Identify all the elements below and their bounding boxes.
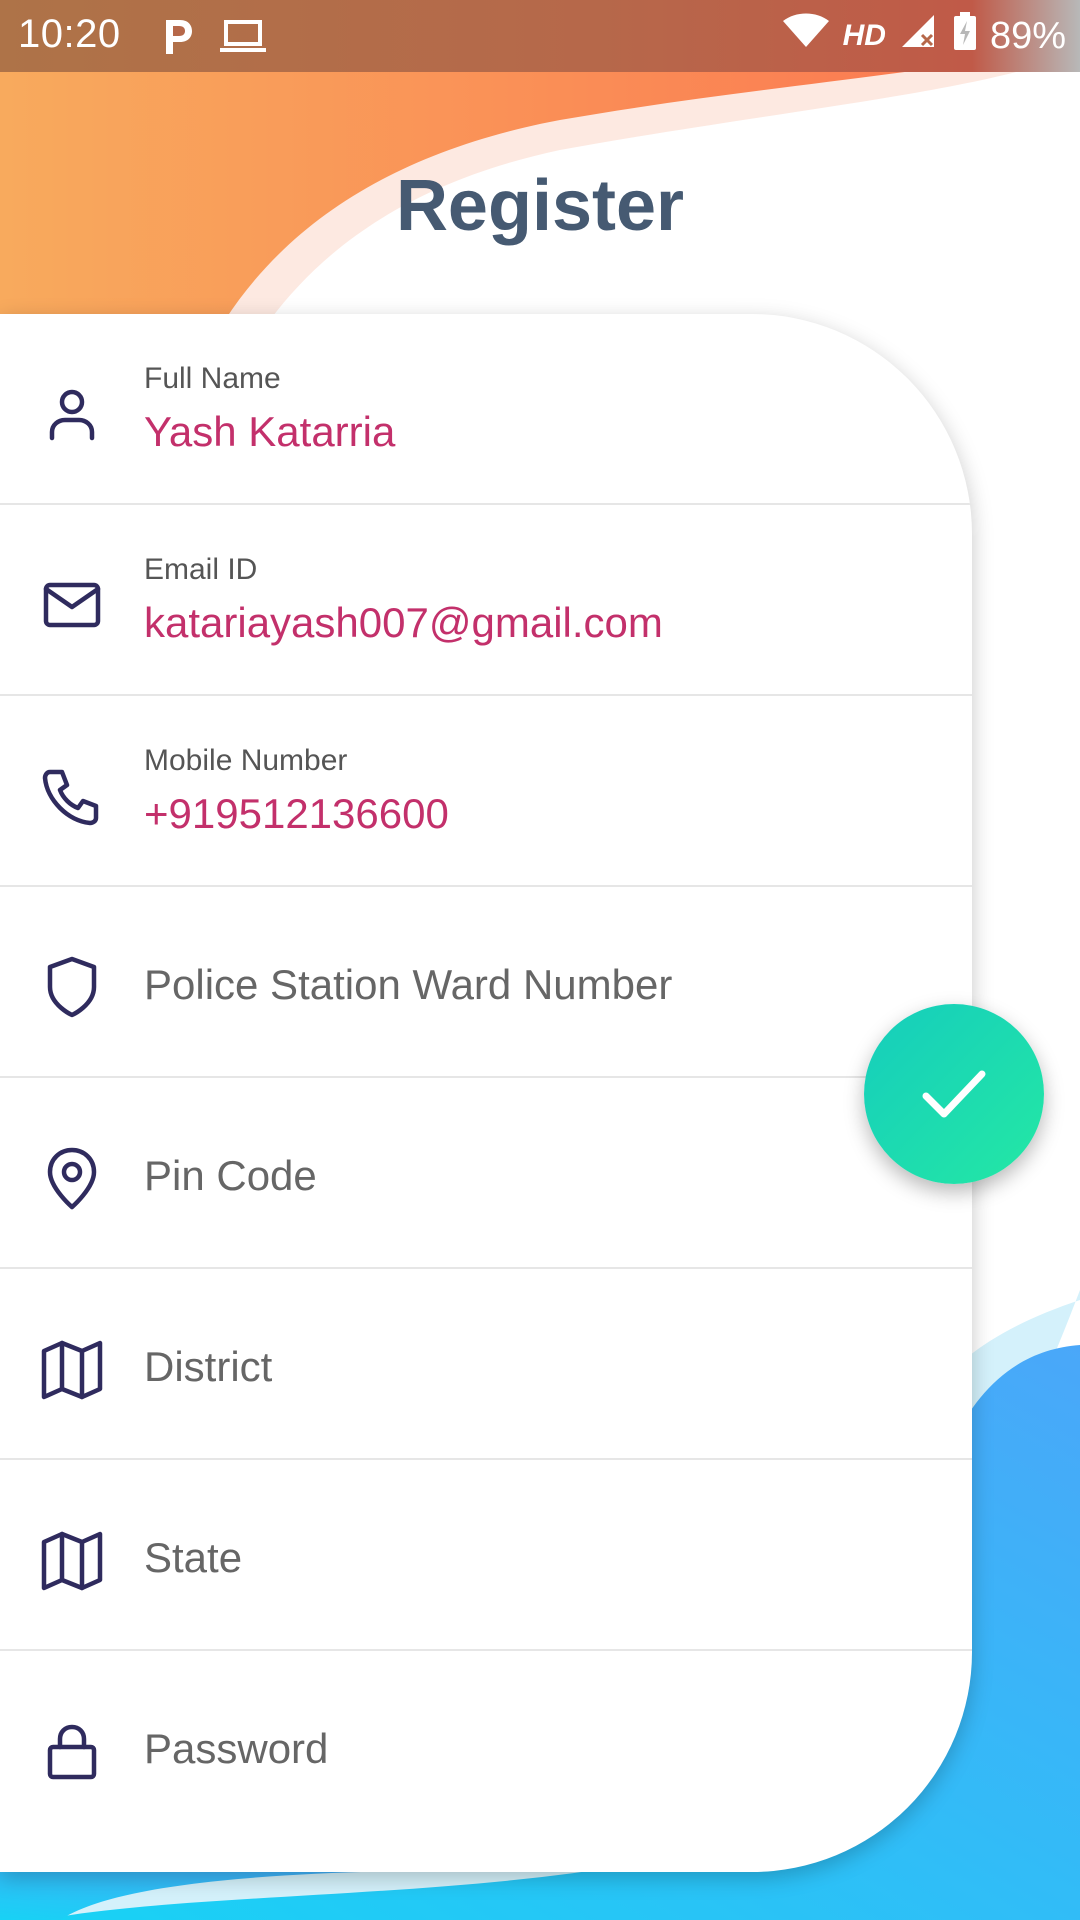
police-station-ward-placeholder[interactable]: Police Station Ward Number <box>144 961 672 1009</box>
full-name-value[interactable]: Yash Katarria <box>144 408 395 456</box>
mobile-number-label: Mobile Number <box>144 744 348 777</box>
status-bar: 10:20 HD 89% <box>0 0 1080 72</box>
network-type: HD <box>842 19 886 52</box>
full-name-label: Full Name <box>144 362 281 395</box>
mail-icon <box>40 573 104 637</box>
battery-icon <box>953 12 976 60</box>
pin-code-field[interactable]: Pin Code <box>0 1078 972 1269</box>
map-icon <box>40 1528 104 1592</box>
map-pin-icon <box>40 1146 104 1210</box>
mobile-number-value[interactable]: +919512136600 <box>144 790 449 838</box>
signal-icon <box>900 13 940 59</box>
battery-percent: 89% <box>989 14 1066 57</box>
wifi-icon <box>782 13 829 59</box>
phone-icon <box>40 764 104 828</box>
status-time: 10:20 <box>18 12 121 56</box>
lock-icon <box>40 1719 104 1783</box>
password-field[interactable]: Password <box>0 1651 972 1842</box>
shield-icon <box>40 955 104 1019</box>
parking-icon <box>162 16 196 61</box>
page-title: Register <box>395 166 685 246</box>
status-indicators: HD 89% <box>782 12 1066 60</box>
map-icon <box>40 1337 104 1401</box>
state-placeholder[interactable]: State <box>144 1534 242 1582</box>
submit-button[interactable] <box>864 1004 1044 1184</box>
full-name-field[interactable]: Full Name Yash Katarria <box>0 314 972 505</box>
district-field[interactable]: District <box>0 1269 972 1460</box>
password-placeholder[interactable]: Password <box>144 1725 328 1773</box>
laptop-icon <box>220 20 266 59</box>
email-value[interactable]: katariayash007@gmail.com <box>144 599 663 647</box>
district-placeholder[interactable]: District <box>144 1343 272 1391</box>
mobile-number-field[interactable]: Mobile Number +919512136600 <box>0 696 972 887</box>
email-label: Email ID <box>144 553 258 586</box>
person-icon <box>40 382 104 446</box>
state-field[interactable]: State <box>0 1460 972 1651</box>
check-icon <box>922 1070 986 1118</box>
email-field[interactable]: Email ID katariayash007@gmail.com <box>0 505 972 696</box>
pin-code-placeholder[interactable]: Pin Code <box>144 1152 317 1200</box>
register-form-card: Full Name Yash Katarria Email ID kataria… <box>0 314 972 1872</box>
police-station-ward-field[interactable]: Police Station Ward Number <box>0 887 972 1078</box>
